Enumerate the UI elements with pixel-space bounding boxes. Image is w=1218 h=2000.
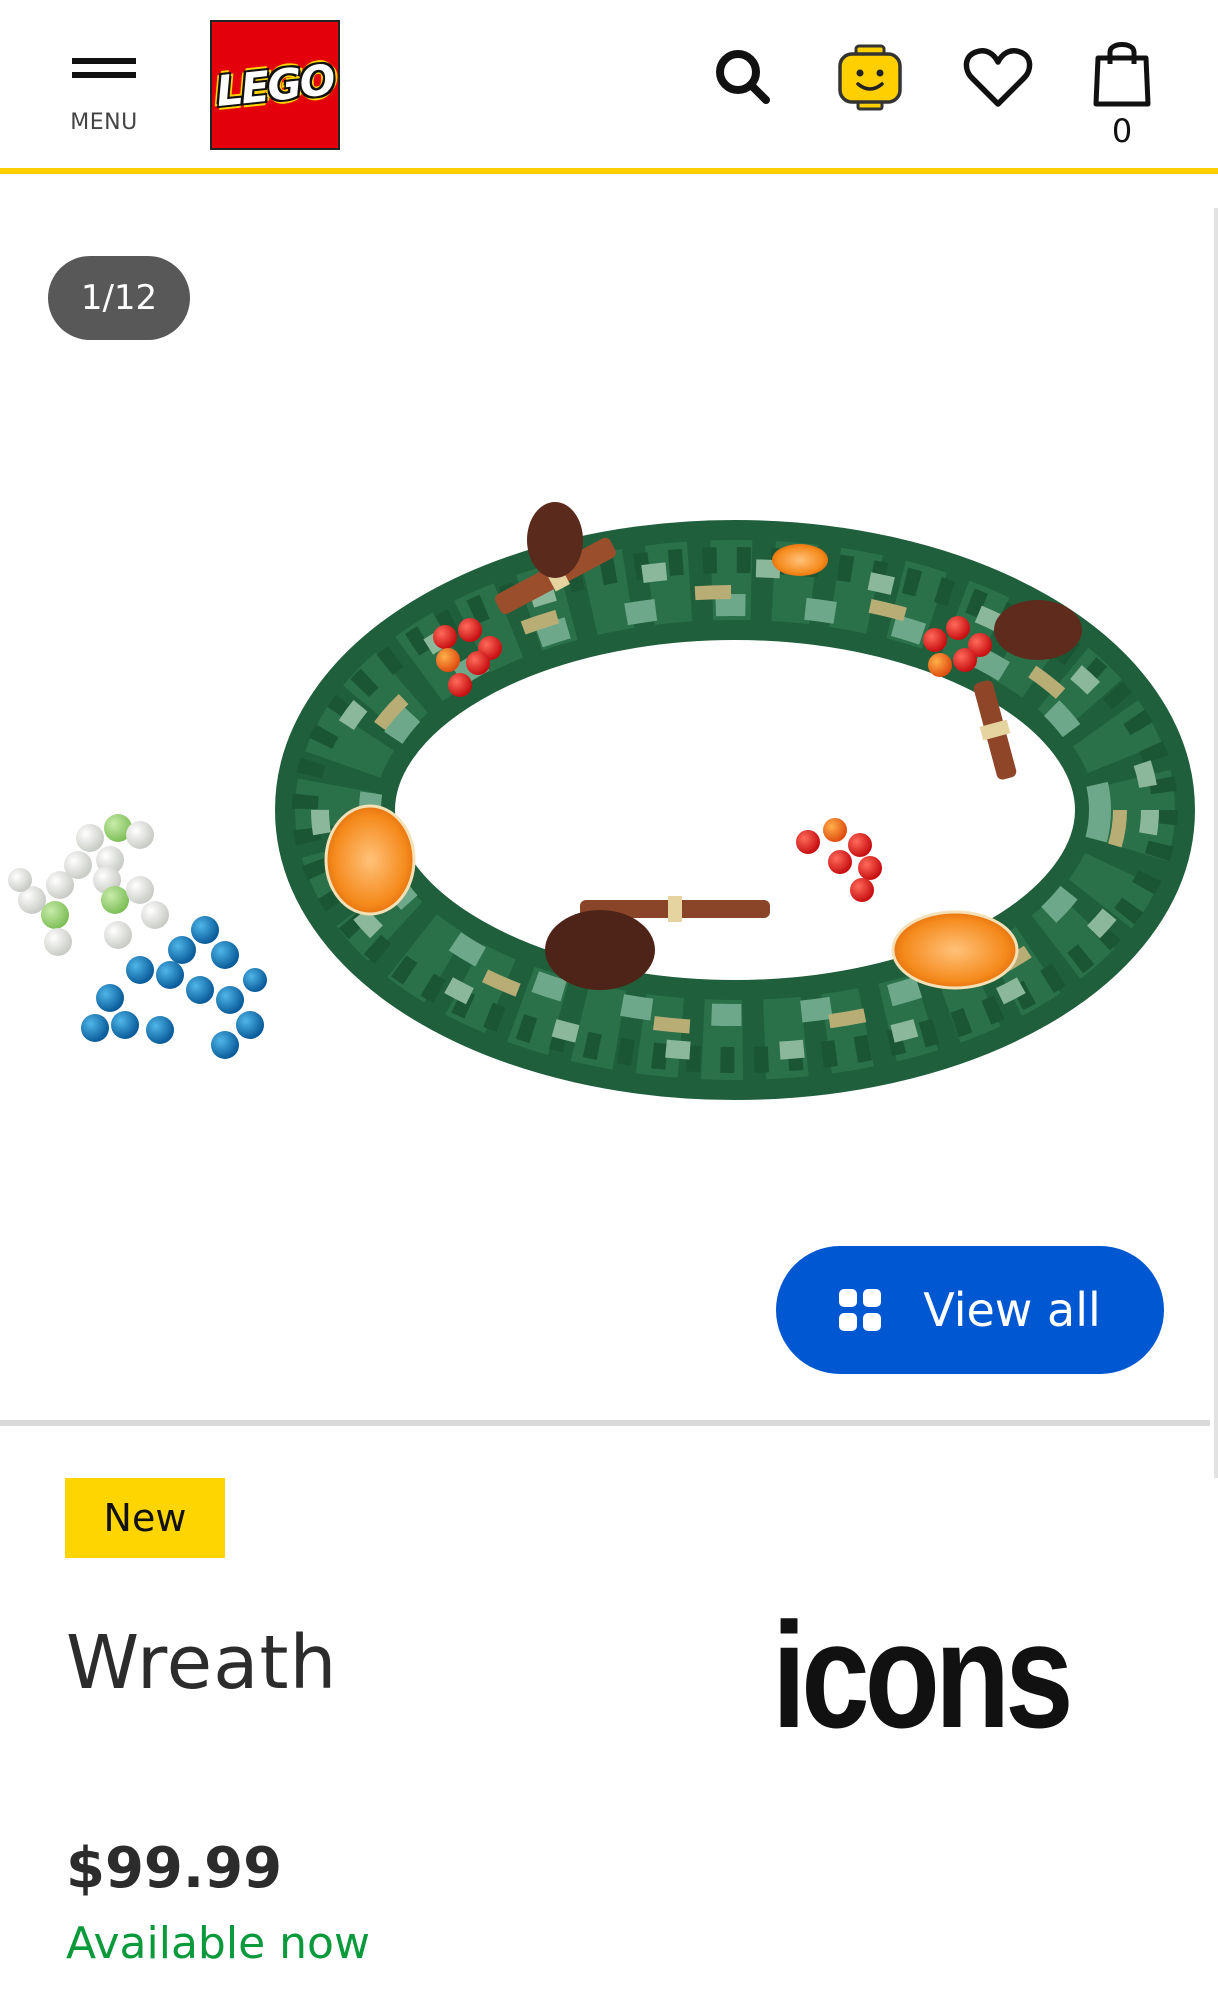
section-divider bbox=[0, 1420, 1210, 1426]
new-badge: New bbox=[65, 1478, 225, 1558]
account-minifig-head-icon bbox=[838, 44, 902, 111]
lego-logo[interactable]: LEGO bbox=[210, 20, 340, 150]
menu-button[interactable]: MENU bbox=[62, 50, 146, 140]
logo-text: LEGO bbox=[213, 54, 337, 116]
menu-icon bbox=[72, 58, 136, 64]
view-all-label: View all bbox=[923, 1283, 1101, 1337]
product-price: $99.99 bbox=[66, 1836, 283, 1901]
heart-icon bbox=[963, 48, 1033, 107]
bag-count: 0 bbox=[1111, 112, 1133, 150]
availability-status: Available now bbox=[66, 1918, 370, 1969]
theme-logo-icons[interactable]: icons bbox=[772, 1600, 1074, 1750]
shopping-bag-icon bbox=[1093, 42, 1151, 107]
view-all-button[interactable]: View all bbox=[776, 1246, 1164, 1374]
product-image[interactable] bbox=[0, 480, 1218, 1140]
search-button[interactable] bbox=[708, 42, 780, 114]
menu-label: MENU bbox=[70, 110, 138, 135]
menu-icon-line bbox=[72, 72, 136, 78]
search-icon bbox=[716, 50, 770, 104]
account-button[interactable] bbox=[834, 42, 906, 114]
grid-icon bbox=[839, 1289, 882, 1331]
white-berries bbox=[8, 814, 169, 956]
bag-button[interactable] bbox=[1086, 38, 1158, 110]
product-title: Wreath bbox=[66, 1620, 338, 1706]
site-header: MENU LEGO 0 bbox=[0, 0, 1218, 170]
wishlist-button[interactable] bbox=[962, 42, 1034, 114]
image-counter: 1/12 bbox=[48, 256, 190, 340]
